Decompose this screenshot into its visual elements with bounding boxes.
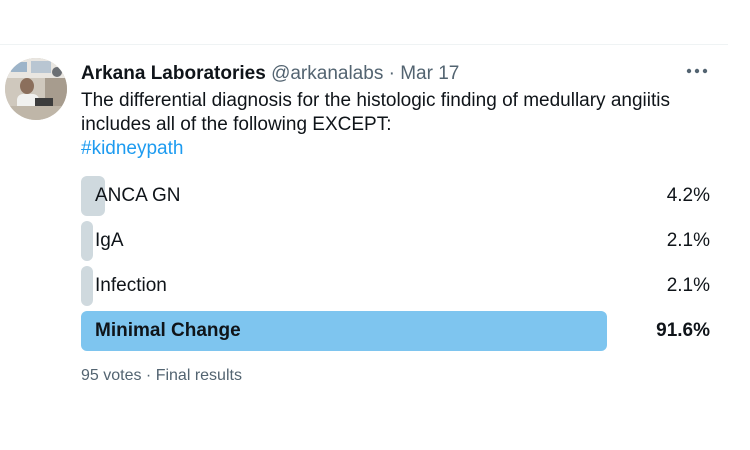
poll-option: ANCA GN 4.2% (81, 176, 710, 216)
meta-separator: · (383, 63, 401, 84)
author-handle[interactable]: @arkanalabs (271, 63, 383, 84)
poll-option-label: Minimal Change (95, 320, 241, 341)
poll-option-percent: 2.1% (666, 230, 710, 251)
poll-footer: 95 votes · Final results (81, 365, 242, 387)
poll-option-winner: Minimal Change 91.6% (81, 311, 710, 351)
tweet-date[interactable]: Mar 17 (400, 63, 459, 84)
poll-option: Infection 2.1% (81, 266, 710, 306)
avatar[interactable] (5, 58, 67, 120)
vote-count: 95 votes (81, 367, 142, 384)
poll-option: IgA 2.1% (81, 221, 710, 261)
author-name[interactable]: Arkana Laboratories (81, 63, 266, 84)
avatar-photo (5, 58, 67, 120)
poll-bar (81, 221, 93, 261)
poll-option-label: ANCA GN (95, 185, 181, 206)
poll-status: Final results (155, 367, 242, 384)
footer-separator: · (141, 367, 156, 384)
tweet-header: Arkana Laboratories @arkanalabs · Mar 17 (81, 62, 459, 86)
tweet-card: Arkana Laboratories @arkanalabs · Mar 17… (0, 0, 750, 450)
poll-option-percent: 4.2% (666, 185, 710, 206)
more-horizontal-icon[interactable] (684, 60, 710, 82)
poll-option-label: Infection (95, 275, 167, 296)
poll-option-percent: 2.1% (666, 275, 710, 296)
poll-option-percent: 91.6% (656, 320, 710, 341)
tweet-text: The differential diagnosis for the histo… (81, 90, 670, 135)
hashtag-link[interactable]: #kidneypath (81, 137, 183, 161)
poll-option-label: IgA (95, 230, 124, 251)
divider (0, 44, 728, 45)
poll-bar (81, 266, 93, 306)
